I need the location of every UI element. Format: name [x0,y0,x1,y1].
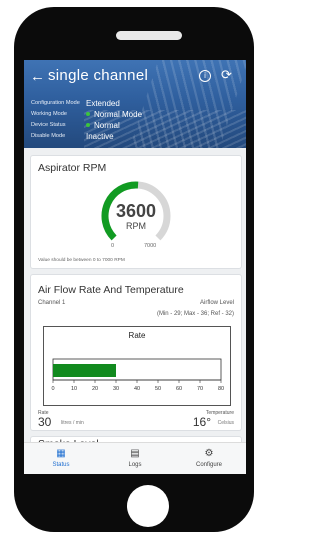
tab-logs[interactable]: ▤ Logs [98,443,172,474]
x-tick-label: 0 [51,386,54,392]
home-button[interactable] [127,485,169,527]
device-status-value: Normal [94,120,120,130]
refresh-icon[interactable]: ⟳ [221,68,232,81]
working-mode-value: Normal Mode [94,109,143,119]
x-tick-label: 30 [113,386,119,392]
airflow-title: Air Flow Rate And Temperature [38,284,184,296]
x-tick-label: 60 [176,386,182,392]
rate-chart: Rate 0 10 20 30 40 50 60 70 80 [43,326,231,406]
tab-logs-label: Logs [128,462,142,468]
rpm-value: 3600 [115,201,157,221]
rate-bar-plot: 0 10 20 30 40 50 60 70 80 [51,358,224,392]
phone-speaker [116,31,182,40]
x-tick-label: 70 [197,386,203,392]
x-tick-label: 10 [71,386,77,392]
x-tick-label: 40 [134,386,140,392]
config-mode-row: Configuration Mode Extended [31,98,120,108]
page-title: single channel [48,67,149,84]
tab-status[interactable]: ▦ Status [24,443,98,474]
airflow-level-label: Airflow Level [199,300,234,306]
channel-label: Channel 1 [38,300,66,306]
device-status-dot [86,123,90,127]
config-mode-value: Extended [86,98,120,108]
rpm-range-hint: Value should be between 0 to 7000 RPM [38,258,125,263]
x-tick-label: 20 [92,386,98,392]
grid-icon: ▦ [56,448,66,459]
tab-status-label: Status [52,462,70,468]
disable-mode-value: Inactive [86,131,114,141]
airflow-card: Air Flow Rate And Temperature Channel 1 … [30,274,242,431]
x-tick-label: 80 [218,386,224,392]
device-status-row: Device Status Normal [31,120,120,130]
app-screen: ← single channel i ⟳ Configuration Mode … [24,60,246,474]
clipboard-icon: ▤ [130,448,140,459]
gauge-min-label: 0 [111,243,115,249]
back-arrow-icon[interactable]: ← [30,69,45,84]
gauge-max-label: 7000 [144,243,157,249]
temperature-value: 16° [192,415,211,429]
config-mode-label: Configuration Mode [31,100,80,106]
disable-mode-label: Disable Mode [31,133,66,139]
header-banner: ← single channel i ⟳ Configuration Mode … [24,60,246,148]
bottom-tab-bar: ▦ Status ▤ Logs ⚙ Configure [24,442,246,474]
rate-unit: litres / min [61,420,84,426]
temperature-unit: Celsius [217,420,234,426]
info-icon[interactable]: i [199,70,211,82]
gear-icon: ⚙ [204,448,214,459]
device-status-label: Device Status [31,122,66,128]
aspirator-title: Aspirator RPM [38,162,107,174]
aspirator-card: Aspirator RPM 3600 RPM 0 7000 Value shou… [30,155,242,269]
working-mode-status-dot [86,112,90,116]
tab-configure-label: Configure [195,462,222,468]
working-mode-row: Working Mode Normal Mode [31,109,142,119]
rate-value: 30 [38,415,52,429]
x-tick-label: 50 [155,386,161,392]
rate-bar [53,364,116,377]
tab-configure[interactable]: ⚙ Configure [172,443,246,474]
airflow-limits: (Min - 29; Max - 36; Ref - 32) [156,311,234,317]
disable-mode-row: Disable Mode Inactive [31,131,114,141]
rpm-unit: RPM [126,221,146,231]
working-mode-label: Working Mode [31,111,67,117]
